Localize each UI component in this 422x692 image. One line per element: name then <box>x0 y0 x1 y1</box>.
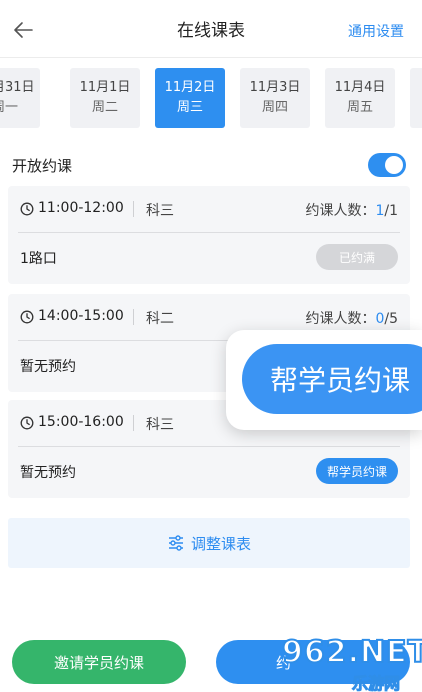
page-title: 在线课表 <box>177 21 245 41</box>
weekday-label: 周四 <box>261 100 288 115</box>
lesson-time: 11:00-12:00 <box>38 200 124 216</box>
adjust-schedule-label: 调整课表 <box>190 534 251 553</box>
booking-count-label: 约课人数： <box>305 311 376 327</box>
callout-book-for-student: 帮学员约课 <box>242 344 422 414</box>
lesson-subject: 科三 <box>146 203 174 219</box>
divider <box>133 201 134 217</box>
card-divider <box>18 232 400 233</box>
date-label: 11月3日 <box>249 80 301 95</box>
general-settings-link[interactable]: 通用设置 <box>348 21 404 41</box>
invite-students-button[interactable]: 邀请学员约课 <box>12 640 186 684</box>
weekday-label: 周五 <box>346 100 373 115</box>
open-booking-row: 开放约课 <box>12 148 410 182</box>
fully-booked-button: 已约满 <box>316 244 398 270</box>
divider <box>133 309 134 325</box>
lesson-status: 暂无预约 <box>20 465 76 481</box>
watermark-logo-text: 962.NET <box>281 635 422 671</box>
date-tab-nov1[interactable]: 11月1日 周二 <box>70 68 140 128</box>
weekday-label: 周一 <box>0 100 18 115</box>
card-divider <box>18 446 400 447</box>
watermark-subtitle: 乐游网 <box>351 674 401 692</box>
lesson-subject: 科三 <box>146 417 174 433</box>
open-booking-toggle[interactable] <box>368 153 406 177</box>
toggle-knob <box>385 156 403 174</box>
lesson-status: 暂无预约 <box>20 359 76 375</box>
date-tab-nov3[interactable]: 11月3日 周四 <box>240 68 310 128</box>
clock-icon <box>20 416 34 430</box>
date-strip: 10月31日 周一 11月1日 周二 11月2日 周三 11月3日 周四 11月… <box>0 68 422 130</box>
date-tab-next[interactable] <box>410 68 422 128</box>
booking-count: 约课人数：1/1 <box>305 200 398 220</box>
capacity-number: /5 <box>384 311 398 327</box>
weekday-label: 周三 <box>176 100 203 115</box>
date-label: 10月31日 <box>0 80 35 95</box>
weekday-label: 周二 <box>91 100 118 115</box>
booking-count: 约课人数：0/5 <box>305 308 398 328</box>
date-tab-oct31[interactable]: 10月31日 周一 <box>0 68 40 128</box>
lesson-status: 1路口 <box>20 251 57 267</box>
divider <box>133 415 134 431</box>
back-arrow-icon[interactable] <box>12 18 36 42</box>
lesson-time: 15:00-16:00 <box>38 414 124 430</box>
booking-count-label: 约课人数： <box>305 203 376 219</box>
clock-icon <box>20 202 34 216</box>
sliders-icon <box>168 535 183 551</box>
lesson-time: 14:00-15:00 <box>38 308 124 324</box>
open-booking-label: 开放约课 <box>12 156 73 175</box>
app-header: 在线课表 通用设置 <box>0 0 422 58</box>
zoom-callout: 帮学员约课 <box>226 330 422 430</box>
date-label: 11月2日 <box>164 80 216 95</box>
clock-icon <box>20 310 34 324</box>
book-for-student-button[interactable]: 帮学员约课 <box>316 458 398 484</box>
date-tab-nov2[interactable]: 11月2日 周三 <box>155 68 225 128</box>
lesson-subject: 科二 <box>146 311 174 327</box>
date-label: 11月4日 <box>334 80 386 95</box>
site-watermark-logo: 962.NET 乐游网 <box>281 635 422 692</box>
capacity-number: /1 <box>384 203 398 219</box>
lesson-card: 11:00-12:00 科三 约课人数：1/1 1路口 已约满 <box>8 186 410 284</box>
date-label: 11月1日 <box>79 80 131 95</box>
adjust-schedule-button[interactable]: 调整课表 <box>8 518 410 568</box>
date-tab-nov4[interactable]: 11月4日 周五 <box>325 68 395 128</box>
